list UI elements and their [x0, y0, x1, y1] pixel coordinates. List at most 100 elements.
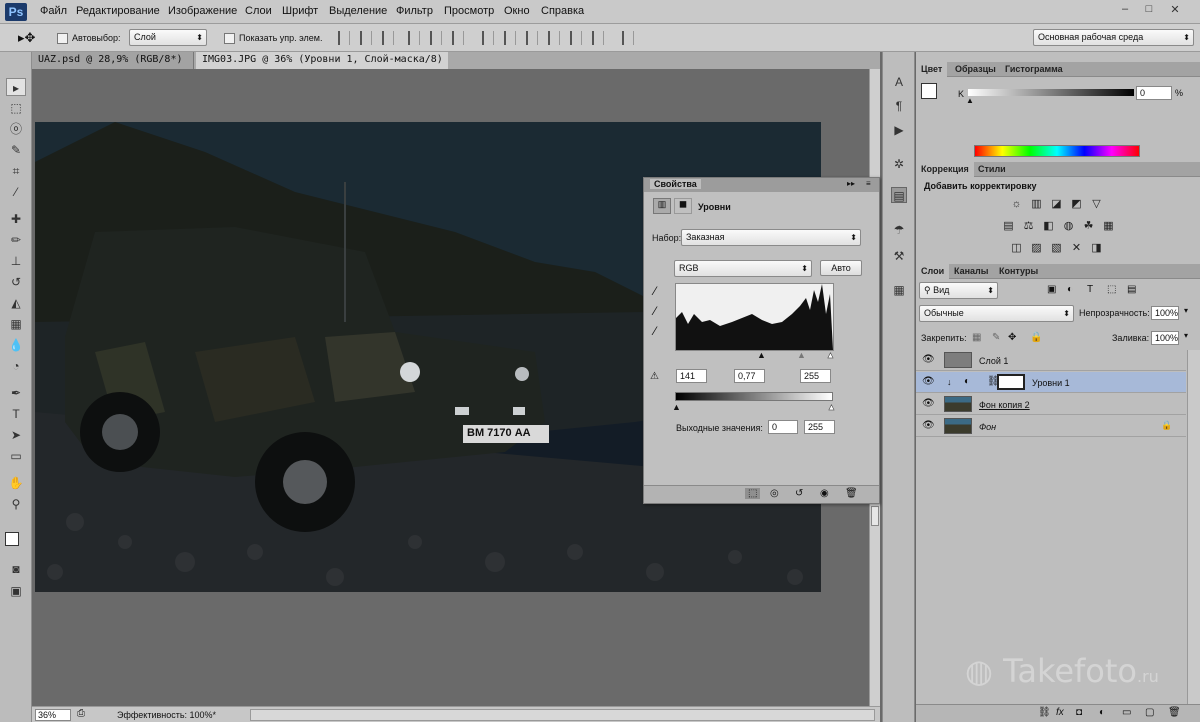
paragraph-panel-icon[interactable]: ¶ — [891, 98, 907, 114]
menu-filter[interactable]: Фильтр — [396, 5, 433, 17]
opacity-field[interactable]: 100% — [1151, 306, 1179, 320]
tab-styles[interactable]: Стили — [973, 162, 1011, 177]
color-spectrum[interactable] — [974, 145, 1140, 157]
hand-tool-icon[interactable]: ✋ — [6, 474, 26, 492]
fill-field[interactable]: 100% — [1151, 331, 1179, 345]
input-white-field[interactable]: 255 — [800, 369, 831, 383]
threshold-icon[interactable]: ▧ — [1050, 242, 1063, 254]
move-tool-icon[interactable]: ▸ — [6, 78, 26, 96]
autoselect-checkbox[interactable] — [57, 33, 68, 44]
actions-play-icon[interactable]: ▶ — [891, 122, 907, 138]
menu-layers[interactable]: Слои — [245, 5, 272, 17]
align-left-icon[interactable] — [408, 31, 420, 45]
input-gamma-field[interactable]: 0,77 — [734, 369, 765, 383]
path-select-tool-icon[interactable]: ➤ — [6, 426, 26, 444]
input-gamma-slider[interactable]: ▲ — [797, 350, 806, 360]
output-white-field[interactable]: 255 — [804, 420, 835, 434]
menu-edit[interactable]: Редактирование — [76, 5, 160, 17]
lock-image-icon[interactable]: ✎ — [992, 332, 1000, 343]
minimize-button[interactable]: – — [1116, 3, 1134, 17]
filter-pixel-icon[interactable]: ▣ — [1047, 284, 1056, 295]
layer-name[interactable]: Фон — [979, 422, 996, 432]
settings-panel-icon[interactable]: ✲ — [891, 156, 907, 172]
menu-image[interactable]: Изображение — [168, 5, 237, 17]
gradient-tool-icon[interactable]: ▦ — [6, 315, 26, 333]
input-black-field[interactable]: 141 — [676, 369, 707, 383]
output-black-slider[interactable]: ▲ — [672, 402, 681, 412]
curves-icon[interactable]: ◪ — [1050, 198, 1063, 210]
brush-tool-icon[interactable]: ✏ — [6, 231, 26, 249]
autoselect-dropdown[interactable]: Слой ⬍ — [129, 29, 207, 46]
clip-to-layer-icon[interactable]: ⬚ — [745, 488, 761, 499]
status-info-icon[interactable]: ⎙ — [77, 708, 85, 719]
black-point-eyedropper-icon[interactable]: ⁄ — [654, 284, 656, 298]
menu-select[interactable]: Выделение — [329, 5, 387, 17]
color-balance-icon[interactable]: ⚖ — [1022, 220, 1035, 232]
levels-adjustment-icon[interactable]: ▥ — [653, 198, 671, 214]
filter-type-icon[interactable]: T — [1087, 284, 1093, 295]
quick-mask-icon[interactable]: ◙ — [6, 560, 26, 578]
rectangle-tool-icon[interactable]: ▭ — [6, 447, 26, 465]
crop-tool-icon[interactable]: ⌗ — [6, 162, 26, 180]
layer-row-selected[interactable]: 👁 ↓ ◐ ⛓ Уровни 1 — [916, 372, 1186, 393]
distribute-left-icon[interactable] — [548, 31, 560, 45]
filter-smart-icon[interactable]: ▤ — [1127, 284, 1136, 295]
layer-row[interactable]: 👁 Слой 1 — [916, 350, 1186, 371]
align-bottom-icon[interactable] — [382, 31, 394, 45]
levels-icon[interactable]: ▥ — [1030, 198, 1043, 210]
move-tool-icon[interactable]: ▸✥ — [18, 30, 35, 46]
color-fg-swatch[interactable] — [921, 83, 937, 99]
brush-presets-icon[interactable]: ☂ — [891, 222, 907, 238]
close-window-button[interactable]: ✕ — [1166, 3, 1184, 17]
foreground-color-swatch[interactable] — [5, 532, 19, 546]
maximize-button[interactable]: □ — [1140, 3, 1158, 17]
selective-color-icon[interactable]: ✕ — [1070, 242, 1083, 254]
horizontal-scrollbar[interactable] — [250, 709, 875, 721]
distribute-bottom-icon[interactable] — [526, 31, 538, 45]
visibility-icon[interactable]: ◉ — [820, 488, 829, 499]
lock-all-icon[interactable]: 🔒 — [1030, 332, 1042, 343]
pen-tool-icon[interactable]: ✒ — [6, 384, 26, 402]
preset-dropdown[interactable]: Заказная ⬍ — [681, 229, 861, 246]
tab-histogram[interactable]: Гистограмма — [1000, 62, 1068, 77]
k-slider-track[interactable] — [968, 89, 1134, 96]
invert-icon[interactable]: ◫ — [1010, 242, 1023, 254]
collapse-icon[interactable]: ▸▸ — [847, 179, 855, 188]
eye-icon[interactable]: 👁 — [922, 398, 935, 410]
output-white-slider[interactable]: ▲ — [827, 402, 836, 413]
align-hcenter-icon[interactable] — [430, 31, 442, 45]
character-panel-icon[interactable]: A — [891, 74, 907, 90]
blend-mode-dropdown[interactable]: Обычные ⬍ — [919, 305, 1074, 322]
input-black-slider[interactable]: ▲ — [757, 350, 766, 360]
type-tool-icon[interactable]: T — [6, 405, 26, 423]
layer-row[interactable]: 👁 Фон 🔒 — [916, 416, 1186, 437]
menu-help[interactable]: Справка — [541, 5, 584, 17]
clipping-warning-icon[interactable]: ⚠ — [650, 371, 659, 382]
history-brush-tool-icon[interactable]: ↺ — [6, 273, 26, 291]
tab-color[interactable]: Цвет — [916, 62, 948, 77]
levels-layer-icon[interactable]: ◐ — [964, 376, 970, 387]
lock-position-icon[interactable]: ✥ — [1008, 332, 1016, 343]
workspace-dropdown[interactable]: Основная рабочая среда ⬍ — [1033, 29, 1194, 46]
zoom-level[interactable]: 36% — [35, 709, 71, 721]
menu-file[interactable]: Файл — [40, 5, 67, 17]
quick-select-tool-icon[interactable]: ✎ — [6, 141, 26, 159]
tab-img03[interactable]: IMG03.JPG @ 36% (Уровни 1, Слой-маска/8)… — [196, 52, 448, 81]
color-lookup-icon[interactable]: ▦ — [1102, 220, 1115, 232]
tab-swatches[interactable]: Образцы — [950, 62, 1001, 77]
new-layer-icon[interactable]: ▢ — [1145, 707, 1154, 718]
layer-mask-icon[interactable]: ◼ — [674, 198, 692, 214]
fill-arrow-icon[interactable]: ▾ — [1184, 331, 1188, 340]
output-black-field[interactable]: 0 — [768, 420, 798, 434]
gradient-map-icon[interactable]: ◨ — [1090, 242, 1103, 254]
screen-mode-icon[interactable]: ▣ — [6, 582, 26, 600]
layer-name[interactable]: Фон копия 2 — [979, 400, 1030, 410]
clone-stamp-tool-icon[interactable]: ⊥ — [6, 252, 26, 270]
black-white-icon[interactable]: ◧ — [1042, 220, 1055, 232]
photo-filter-icon[interactable]: ◍ — [1062, 220, 1075, 232]
distribute-vcenter-icon[interactable] — [504, 31, 516, 45]
auto-align-icon[interactable] — [622, 31, 634, 45]
properties-panel-icon[interactable]: ▤ — [891, 187, 907, 203]
gray-point-eyedropper-icon[interactable]: ⁄ — [654, 304, 656, 318]
input-white-slider[interactable]: ▲ — [826, 350, 835, 361]
